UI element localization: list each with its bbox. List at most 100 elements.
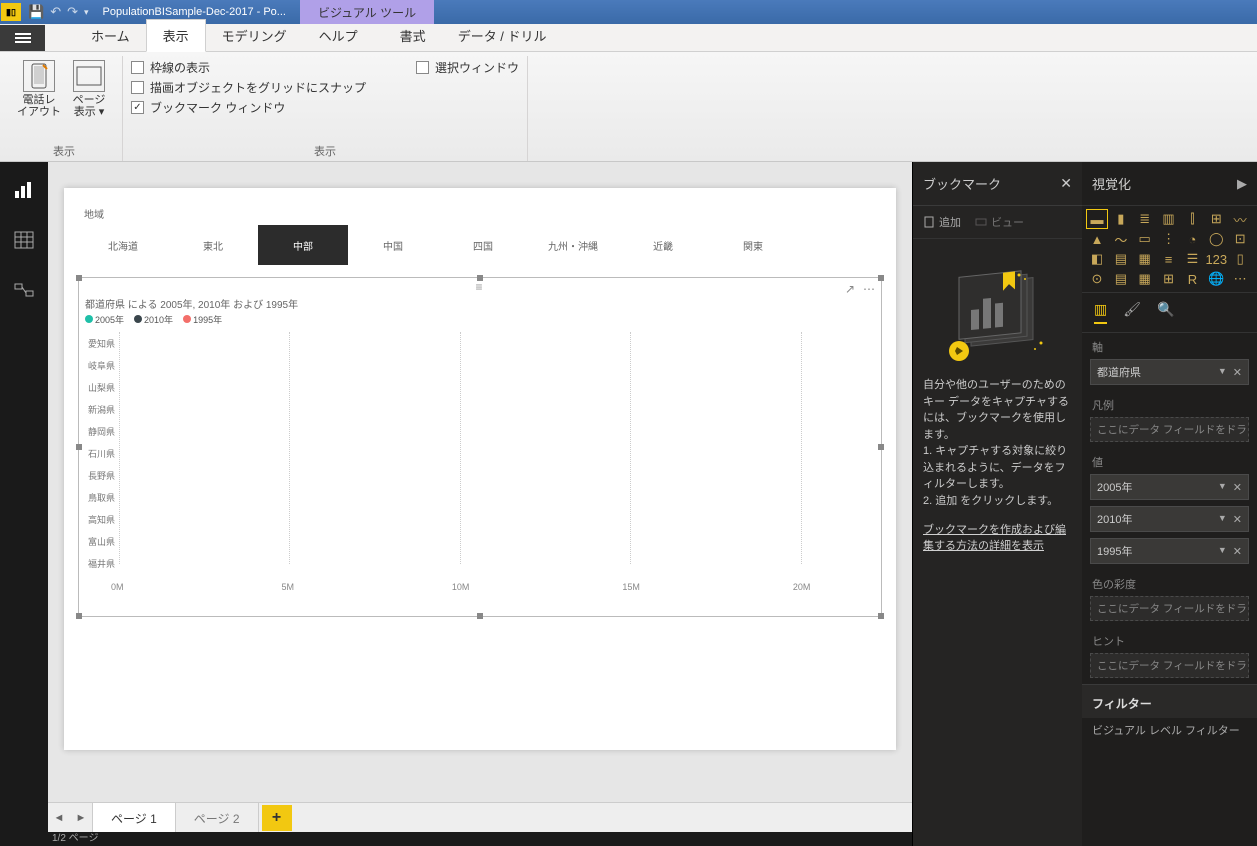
viz-type-icon[interactable]: ▲ bbox=[1087, 230, 1107, 248]
more-options-icon[interactable]: ⋯ bbox=[863, 282, 875, 296]
format-tab-icon[interactable]: 🖌 bbox=[1123, 301, 1141, 324]
close-icon[interactable]: ✕ bbox=[1060, 175, 1072, 192]
resize-handle[interactable] bbox=[477, 613, 483, 619]
region-slicer[interactable]: 北海道東北中部中国四国九州・沖縄近畿関東 bbox=[78, 225, 882, 265]
viz-type-icon[interactable]: ≣ bbox=[1135, 210, 1155, 228]
legend-placeholder[interactable]: ここにデータ フィールドをドラッグし... bbox=[1090, 417, 1249, 442]
viz-type-icon[interactable]: 〜 bbox=[1111, 230, 1131, 248]
visualizations-title: 視覚化 bbox=[1092, 174, 1131, 193]
tab-help[interactable]: ヘルプ bbox=[303, 20, 374, 51]
region-tab[interactable]: 関東 bbox=[708, 225, 798, 265]
region-tab[interactable]: 中国 bbox=[348, 225, 438, 265]
bookmark-learn-more-link[interactable]: ブックマークを作成および編集する方法の詳細を表示 bbox=[913, 521, 1082, 553]
chevron-down-icon[interactable]: ▼ bbox=[1218, 366, 1227, 379]
bookmark-add-button[interactable]: 追加 bbox=[923, 214, 961, 230]
page-view-button[interactable]: ページ 表示 ▾ bbox=[64, 56, 114, 118]
remove-field-icon[interactable]: ✕ bbox=[1233, 481, 1242, 494]
viz-type-icon[interactable]: 〰 bbox=[1230, 210, 1250, 228]
save-icon[interactable]: 💾 bbox=[28, 4, 44, 20]
remove-field-icon[interactable]: ✕ bbox=[1233, 545, 1242, 558]
viz-type-icon[interactable]: ◯ bbox=[1206, 230, 1226, 248]
filters-header[interactable]: フィルター bbox=[1082, 684, 1257, 718]
bookmark-view-button[interactable]: ビュー bbox=[975, 214, 1024, 230]
region-tab[interactable]: 中部 bbox=[258, 225, 348, 265]
tooltip-placeholder[interactable]: ここにデータ フィールドをドラッグし... bbox=[1090, 653, 1249, 678]
undo-icon[interactable]: ↶ bbox=[50, 4, 61, 20]
viz-type-icon[interactable]: ▦ bbox=[1135, 250, 1155, 268]
report-page[interactable]: 地域 北海道東北中部中国四国九州・沖縄近畿関東 ≡ ↗ ⋯ 都道府県 による 2… bbox=[64, 188, 896, 750]
viz-type-icon[interactable]: ◔ bbox=[1182, 230, 1202, 248]
viz-type-icon[interactable]: ▤ bbox=[1111, 250, 1131, 268]
viz-type-icon[interactable]: ⊡ bbox=[1230, 230, 1250, 248]
bar-chart-visual[interactable]: ≡ ↗ ⋯ 都道府県 による 2005年, 2010年 および 1995年 20… bbox=[78, 277, 882, 617]
model-view-icon[interactable] bbox=[10, 276, 38, 304]
fields-tab-icon[interactable]: ▥ bbox=[1094, 301, 1107, 324]
chevron-down-icon[interactable]: ▼ bbox=[1218, 545, 1227, 558]
viz-type-icon[interactable]: ▮ bbox=[1111, 210, 1131, 228]
viz-type-icon[interactable]: ⋯ bbox=[1230, 270, 1250, 288]
viz-type-icon[interactable]: ☰ bbox=[1182, 250, 1202, 268]
viz-type-icon[interactable]: ⊞ bbox=[1159, 270, 1179, 288]
tab-view[interactable]: 表示 bbox=[146, 19, 206, 52]
viz-type-icon[interactable]: ⊙ bbox=[1087, 270, 1107, 288]
page-tab[interactable]: ページ 1 bbox=[92, 802, 176, 834]
viz-type-icon[interactable]: ▭ bbox=[1135, 230, 1155, 248]
tab-format[interactable]: 書式 bbox=[384, 20, 442, 51]
page-tab[interactable]: ページ 2 bbox=[175, 802, 259, 834]
viz-type-icon[interactable]: ◧ bbox=[1087, 250, 1107, 268]
viz-type-icon[interactable]: ⫿ bbox=[1182, 210, 1202, 228]
resize-handle[interactable] bbox=[76, 613, 82, 619]
resize-handle[interactable] bbox=[878, 444, 884, 450]
chevron-down-icon[interactable]: ▼ bbox=[1218, 513, 1227, 526]
chevron-down-icon[interactable]: ▼ bbox=[1218, 481, 1227, 494]
ribbon-group-label: 表示 bbox=[14, 141, 114, 161]
data-view-icon[interactable] bbox=[10, 226, 38, 254]
viz-type-icon[interactable]: ▥ bbox=[1159, 210, 1179, 228]
region-tab[interactable]: 北海道 bbox=[78, 225, 168, 265]
file-menu[interactable] bbox=[0, 25, 45, 51]
viz-type-icon[interactable]: 🌐 bbox=[1206, 270, 1226, 288]
viz-type-icon[interactable]: ⋮ bbox=[1159, 230, 1179, 248]
remove-field-icon[interactable]: ✕ bbox=[1233, 513, 1242, 526]
qat-dropdown-icon[interactable]: ▾ bbox=[84, 7, 89, 18]
value-field-well[interactable]: 1995年▼✕ bbox=[1090, 538, 1249, 564]
drag-grip-icon[interactable]: ≡ bbox=[475, 280, 484, 294]
viz-type-icon[interactable]: ▯ bbox=[1230, 250, 1250, 268]
axis-field-well[interactable]: 都道府県▼✕ bbox=[1090, 359, 1249, 385]
viz-type-icon[interactable]: 123 bbox=[1206, 250, 1226, 268]
region-tab[interactable]: 四国 bbox=[438, 225, 528, 265]
tab-modeling[interactable]: モデリング bbox=[206, 20, 303, 51]
saturation-placeholder[interactable]: ここにデータ フィールドをドラッグし... bbox=[1090, 596, 1249, 621]
tab-home[interactable]: ホーム bbox=[75, 20, 146, 51]
resize-handle[interactable] bbox=[76, 444, 82, 450]
viz-type-icon[interactable]: ⊞ bbox=[1206, 210, 1226, 228]
analytics-tab-icon[interactable]: 🔍 bbox=[1157, 301, 1174, 324]
viz-type-icon[interactable]: R bbox=[1182, 270, 1202, 288]
report-view-icon[interactable] bbox=[10, 176, 38, 204]
chk-gridlines[interactable]: 枠線の表示 bbox=[131, 59, 366, 76]
viz-type-icon[interactable]: ▬ bbox=[1087, 210, 1107, 228]
viz-type-icon[interactable]: ▦ bbox=[1135, 270, 1155, 288]
chk-snap[interactable]: 描画オブジェクトをグリッドにスナップ bbox=[131, 79, 366, 96]
region-tab[interactable]: 近畿 bbox=[618, 225, 708, 265]
focus-mode-icon[interactable]: ↗ bbox=[845, 282, 855, 296]
value-field-well[interactable]: 2010年▼✕ bbox=[1090, 506, 1249, 532]
viz-type-icon[interactable]: ▤ bbox=[1111, 270, 1131, 288]
chevron-right-icon[interactable]: ▶ bbox=[1237, 176, 1247, 192]
remove-field-icon[interactable]: ✕ bbox=[1233, 366, 1242, 379]
region-tab[interactable]: 九州・沖縄 bbox=[528, 225, 618, 265]
resize-handle[interactable] bbox=[878, 275, 884, 281]
resize-handle[interactable] bbox=[76, 275, 82, 281]
viz-type-icon[interactable]: ≡ bbox=[1159, 250, 1179, 268]
page-prev-icon[interactable]: ◄ bbox=[48, 812, 70, 824]
add-page-button[interactable]: + bbox=[262, 805, 292, 831]
resize-handle[interactable] bbox=[878, 613, 884, 619]
page-next-icon[interactable]: ► bbox=[70, 812, 92, 824]
value-field-well[interactable]: 2005年▼✕ bbox=[1090, 474, 1249, 500]
tab-data-drill[interactable]: データ / ドリル bbox=[442, 20, 563, 51]
phone-layout-button[interactable]: 電話レ イアウト bbox=[14, 56, 64, 118]
chk-bookmark-window[interactable]: ✓ブックマーク ウィンドウ bbox=[131, 99, 366, 116]
redo-icon[interactable]: ↷ bbox=[67, 4, 78, 20]
chk-selection-window[interactable]: 選択ウィンドウ bbox=[416, 59, 519, 76]
region-tab[interactable]: 東北 bbox=[168, 225, 258, 265]
